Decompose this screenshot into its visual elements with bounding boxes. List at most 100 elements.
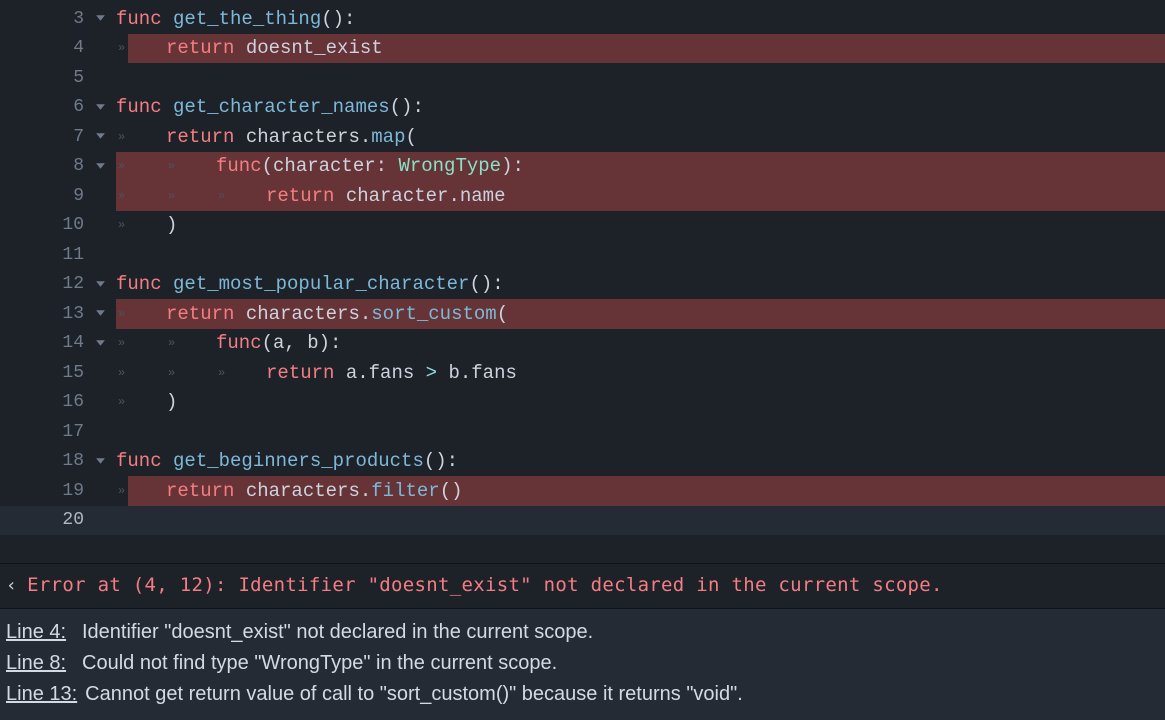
problem-row[interactable]: Line 4:Identifier "doesnt_exist" not dec… [6, 617, 1159, 648]
token-kw: return [266, 185, 346, 207]
token-id: fans [471, 362, 517, 384]
code-content[interactable]: ») [116, 388, 1165, 418]
code-line[interactable]: 14»»func(a, b): [0, 329, 1165, 359]
whitespace-indicator: » [116, 159, 166, 173]
gutter: 4 [0, 34, 116, 64]
code-content[interactable]: func get_most_popular_character(): [116, 270, 1165, 300]
code-line[interactable]: 9»»»return character.name [0, 181, 1165, 211]
code-content[interactable]: »»func(character: WrongType): [116, 152, 1165, 182]
token-kw: return [266, 362, 346, 384]
error-status-bar[interactable]: ‹ Error at (4, 12): Identifier "doesnt_e… [0, 564, 1165, 609]
code-line[interactable]: 5 [0, 63, 1165, 93]
previous-error-icon[interactable]: ‹ [6, 575, 17, 596]
line-number: 17 [52, 422, 84, 442]
whitespace-indicator: » [216, 189, 266, 203]
code-content[interactable]: func get_beginners_products(): [116, 447, 1165, 477]
token-punc: ) [166, 214, 177, 236]
line-number: 6 [52, 97, 84, 117]
code-content[interactable]: ») [116, 211, 1165, 241]
code-text: func get_most_popular_character(): [116, 273, 504, 295]
gutter: 3 [0, 4, 116, 34]
token-kw: func [116, 273, 173, 295]
code-line[interactable]: 20 [0, 506, 1165, 536]
error-status-text: Error at (4, 12): Identifier "doesnt_exi… [27, 574, 943, 596]
token-fn: get_most_popular_character [173, 273, 469, 295]
code-line[interactable]: 18func get_beginners_products(): [0, 447, 1165, 477]
fold-chevron-icon[interactable] [90, 131, 110, 142]
code-line[interactable]: 8»»func(character: WrongType): [0, 152, 1165, 182]
token-id: name [460, 185, 506, 207]
code-content[interactable] [116, 417, 1165, 447]
gutter: 19 [0, 476, 116, 506]
token-punc: ( [262, 155, 273, 177]
gutter: 9 [0, 181, 116, 211]
token-punc: () [440, 480, 463, 502]
fold-chevron-icon[interactable] [90, 102, 110, 113]
token-punc: (): [390, 96, 424, 118]
problem-row[interactable]: Line 13:Cannot get return value of call … [6, 679, 1159, 710]
gutter: 8 [0, 152, 116, 182]
code-content[interactable]: »return characters.sort_custom( [116, 299, 1165, 329]
gutter: 17 [0, 417, 116, 447]
problem-line-link[interactable]: Line 4: [6, 617, 74, 648]
code-line[interactable]: 17 [0, 417, 1165, 447]
code-line[interactable]: 6 func get_character_names(): [0, 93, 1165, 123]
code-line[interactable]: 13»return characters.sort_custom( [0, 299, 1165, 329]
gutter: 15 [0, 358, 116, 388]
token-meth: filter [371, 480, 439, 502]
code-line[interactable]: 15»»»return a.fans > b.fans [0, 358, 1165, 388]
fold-chevron-icon[interactable] [90, 456, 110, 467]
code-content[interactable]: »return characters.filter() [116, 476, 1165, 506]
code-line[interactable]: 11 [0, 240, 1165, 270]
line-number: 5 [52, 68, 84, 88]
token-punc: ( [405, 126, 416, 148]
token-id: fans [369, 362, 415, 384]
code-content[interactable] [116, 63, 1165, 93]
code-content[interactable]: »»»return character.name [116, 181, 1165, 211]
line-number: 7 [52, 127, 84, 147]
line-number: 3 [52, 9, 84, 29]
token-kw: func [116, 450, 173, 472]
line-number: 16 [52, 392, 84, 412]
line-number: 10 [52, 215, 84, 235]
token-punc: . [460, 362, 471, 384]
token-punc: , [284, 332, 307, 354]
code-content[interactable] [116, 506, 1165, 536]
fold-chevron-icon[interactable] [90, 161, 110, 172]
code-line[interactable]: 10 ») [0, 211, 1165, 241]
code-line[interactable]: 3 func get_the_thing(): [0, 4, 1165, 34]
fold-chevron-icon[interactable] [90, 279, 110, 290]
token-punc: ( [262, 332, 273, 354]
problem-line-link[interactable]: Line 8: [6, 648, 74, 679]
fold-chevron-icon[interactable] [90, 338, 110, 349]
problem-row[interactable]: Line 8:Could not find type "WrongType" i… [6, 648, 1159, 679]
token-kw: return [166, 303, 246, 325]
fold-chevron-icon[interactable] [90, 13, 110, 24]
code-content[interactable] [116, 240, 1165, 270]
code-text: »return characters.filter() [116, 480, 463, 502]
code-text: »return doesnt_exist [116, 37, 383, 59]
code-content[interactable]: »return doesnt_exist [116, 34, 1165, 64]
bottom-panel: ‹ Error at (4, 12): Identifier "doesnt_e… [0, 563, 1165, 720]
gutter: 14 [0, 329, 116, 359]
code-line[interactable]: 4»return doesnt_exist [0, 34, 1165, 64]
fold-chevron-icon[interactable] [90, 308, 110, 319]
code-content[interactable]: »return characters.map( [116, 122, 1165, 152]
token-fn: get_the_thing [173, 8, 321, 30]
code-content[interactable]: »»func(a, b): [116, 329, 1165, 359]
code-content[interactable]: func get_character_names(): [116, 93, 1165, 123]
code-line[interactable]: 7 »return characters.map( [0, 122, 1165, 152]
code-line[interactable]: 19»return characters.filter() [0, 476, 1165, 506]
code-editor[interactable]: 3func get_the_thing():4»return doesnt_ex… [0, 0, 1165, 563]
whitespace-indicator: » [116, 41, 166, 55]
problems-panel[interactable]: Line 4:Identifier "doesnt_exist" not dec… [0, 609, 1165, 720]
token-id: b [307, 332, 318, 354]
code-content[interactable]: func get_the_thing(): [116, 4, 1165, 34]
code-line[interactable]: 12func get_most_popular_character(): [0, 270, 1165, 300]
code-content[interactable]: »»»return a.fans > b.fans [116, 358, 1165, 388]
gutter: 20 [0, 506, 116, 536]
whitespace-indicator: » [116, 130, 166, 144]
token-punc: (): [469, 273, 503, 295]
problem-line-link[interactable]: Line 13: [6, 679, 77, 710]
code-line[interactable]: 16 ») [0, 388, 1165, 418]
